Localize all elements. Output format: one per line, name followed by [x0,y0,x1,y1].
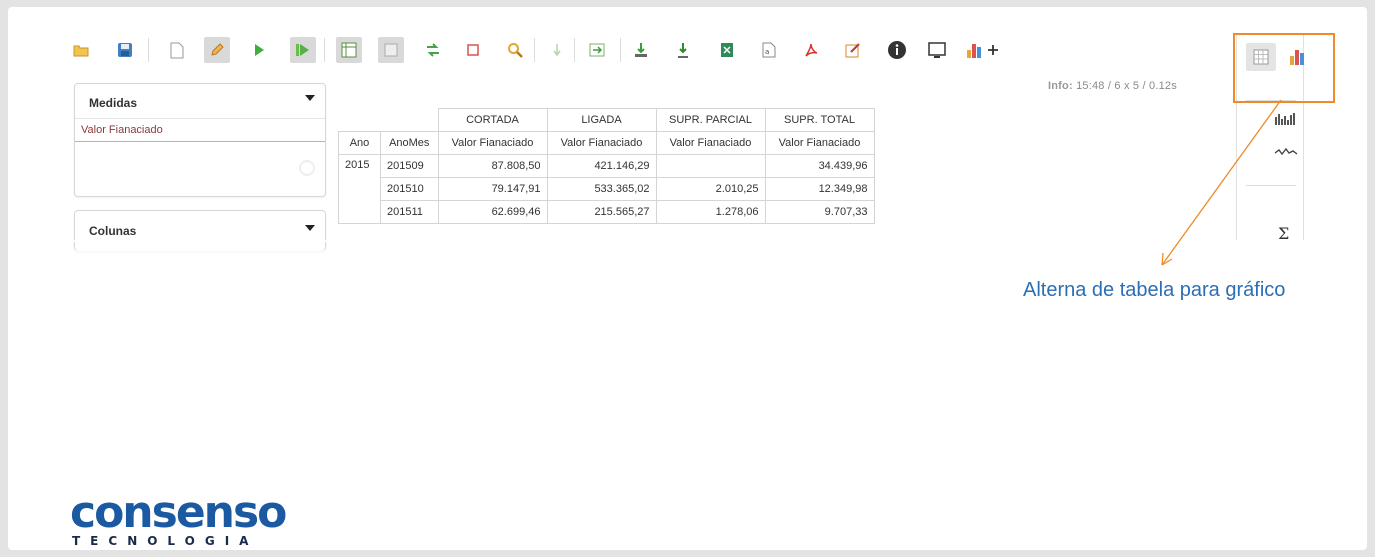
annotation-text: Alterna de tabela para gráfico [1023,279,1286,301]
logo-subtitle: TECNOLOGIA [72,534,259,548]
logo-wordmark: consenso [70,487,287,538]
consenso-logo: consenso TECNOLOGIA [70,487,287,549]
workspace-card: a Info: 15:48 / 6 x 5 / 0.12s Medidas Va… [8,7,1367,550]
